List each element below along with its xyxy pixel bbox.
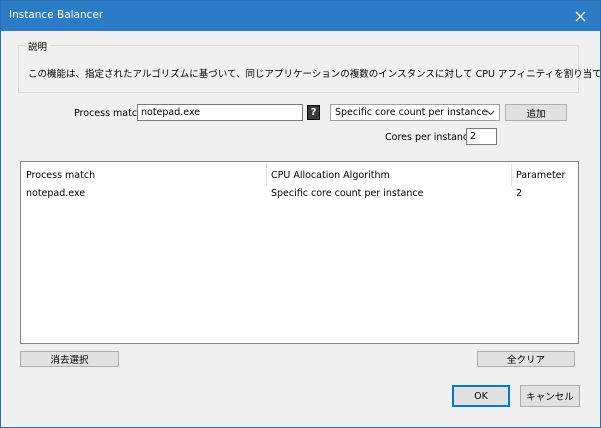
cell-process-match: notepad.exe <box>26 188 86 199</box>
table-row[interactable]: notepad.exe Specific core count per inst… <box>21 186 578 204</box>
close-icon <box>575 11 585 21</box>
cell-parameter: 2 <box>516 188 523 199</box>
clear-all-button[interactable]: 全クリア <box>477 351 575 367</box>
description-text: この機能は、指定されたアルゴリズムに基づいて、同じアプリケーションの複数のインス… <box>28 69 601 80</box>
add-button[interactable]: 追加 <box>505 104 567 121</box>
process-match-input[interactable]: notepad.exe <box>137 104 303 121</box>
cancel-button[interactable]: キャンセル <box>520 385 580 407</box>
window-title: Instance Balancer <box>9 9 104 21</box>
algorithm-selected-value: Specific core count per instance <box>335 107 488 118</box>
cores-per-instance-input[interactable]: 2 <box>466 128 497 145</box>
process-match-label: Process match: <box>74 108 147 119</box>
remove-selected-button[interactable]: 消去選択 <box>20 351 119 367</box>
ok-button[interactable]: OK <box>452 385 510 407</box>
help-button[interactable]: ? <box>307 105 320 120</box>
column-divider[interactable] <box>511 164 512 186</box>
help-icon: ? <box>310 107 317 118</box>
chevron-down-icon <box>486 108 495 120</box>
column-header-process-match[interactable]: Process match <box>26 170 95 181</box>
cell-algorithm: Specific core count per instance <box>271 188 424 199</box>
cores-per-instance-label: Cores per instance: <box>385 132 478 143</box>
title-bar[interactable]: Instance Balancer <box>1 1 600 31</box>
algorithm-select[interactable]: Specific core count per instance <box>330 104 500 121</box>
process-list[interactable]: Process match CPU Allocation Algorithm P… <box>20 161 579 344</box>
column-header-parameter[interactable]: Parameter <box>516 170 565 181</box>
close-button[interactable] <box>560 1 600 31</box>
column-divider[interactable] <box>266 164 267 186</box>
column-header-algorithm[interactable]: CPU Allocation Algorithm <box>271 170 390 181</box>
instance-balancer-dialog: Instance Balancer 説明 この機能は、指定されたアルゴリズムに基… <box>0 0 601 428</box>
description-group-title: 説明 <box>25 39 51 53</box>
